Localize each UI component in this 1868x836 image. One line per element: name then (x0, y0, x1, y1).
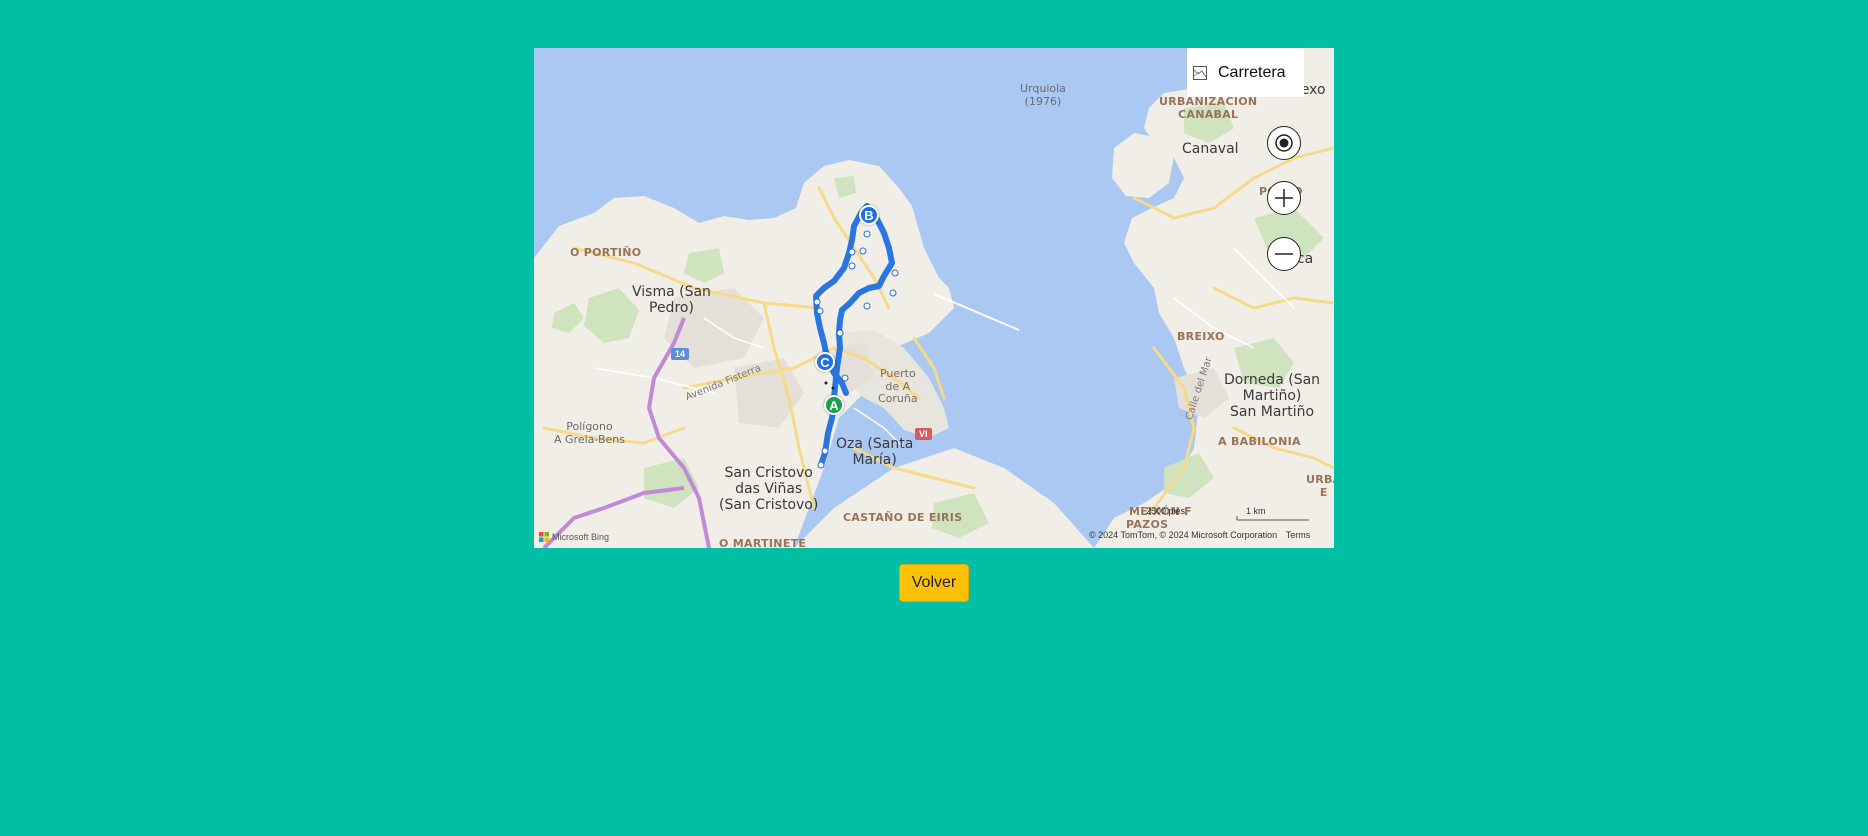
label-urba: URBA E (1306, 473, 1334, 499)
zoom-in-button[interactable] (1267, 181, 1301, 215)
scale-metric: 1 km (1246, 506, 1266, 516)
waypoint (863, 230, 871, 238)
route-pin-b[interactable]: B (859, 205, 879, 225)
zoom-in-icon (1275, 189, 1293, 207)
waypoint (848, 248, 856, 256)
label-o-martinete: O MARTINETE (719, 537, 807, 548)
map-style-selector[interactable]: Carretera (1187, 48, 1304, 97)
back-button[interactable]: Volver (899, 564, 969, 602)
waypoint (821, 447, 829, 455)
label-canaval: Canaval (1182, 141, 1239, 157)
zoom-out-icon (1275, 253, 1293, 255)
microsoft-logo-icon (539, 532, 549, 542)
locate-me-icon (1275, 134, 1293, 152)
waypoint (841, 374, 849, 382)
poi-dot (831, 386, 835, 390)
label-a-babilonia: A BABILONIA (1218, 435, 1301, 448)
label-poligono: Polígono A Grela-Bens (554, 420, 625, 446)
copyright-notice: © 2024 TomTom, © 2024 Microsoft Corporat… (1089, 530, 1310, 540)
label-oza: Oza (Santa María) (836, 436, 914, 469)
label-visma: Visma (San Pedro) (632, 284, 711, 317)
label-castano-de-eiris: CASTAÑO DE EIRIS (843, 511, 963, 524)
label-breixo: BREIXO (1177, 330, 1225, 343)
terms-link[interactable]: Terms (1286, 530, 1311, 540)
waypoint (859, 247, 867, 255)
waypoint (816, 307, 824, 315)
bing-attribution: Microsoft Bing (552, 532, 610, 542)
label-o-portino: O PORTIÑO (570, 246, 642, 259)
map-style-icon (1193, 65, 1207, 80)
map-view[interactable]: Urquiola (1976) URBANIZACIÓN CANABAL Dex… (534, 48, 1334, 548)
waypoint (891, 269, 899, 277)
route-pin-a[interactable]: A (824, 395, 844, 415)
waypoint (889, 289, 897, 297)
waypoint (813, 298, 821, 306)
waypoint (817, 461, 825, 469)
zoom-out-button[interactable] (1267, 237, 1301, 271)
scale-imperial: 2500 pies (1146, 506, 1186, 516)
road-shield-14: 14 (671, 348, 690, 360)
map-scale: 2500 pies 1 km (1146, 506, 1331, 520)
waypoint (848, 262, 856, 270)
bing-logo: Microsoft Bing (539, 532, 609, 542)
locate-me-button[interactable] (1267, 126, 1301, 160)
map-style-label: Carretera (1218, 63, 1286, 81)
label-puerto: Puerto de A Coruña (878, 367, 918, 406)
label-dorneda: Dorneda (San Martiño) San Martiño (1224, 372, 1321, 421)
label-urbanizacion-canabal: URBANIZACIÓN CANABAL (1159, 95, 1258, 121)
route-pin-c[interactable]: C (815, 352, 835, 372)
copyright-text: © 2024 TomTom, © 2024 Microsoft Corporat… (1089, 530, 1278, 540)
label-san-cristovo: San Cristovo das Viñas (San Cristovo) (719, 465, 819, 514)
poi-dot (824, 381, 828, 385)
waypoint (863, 302, 871, 310)
road-shield-vi: VI (915, 428, 932, 440)
label-urquiola: Urquiola (1976) (1020, 82, 1066, 108)
waypoint (836, 329, 844, 337)
